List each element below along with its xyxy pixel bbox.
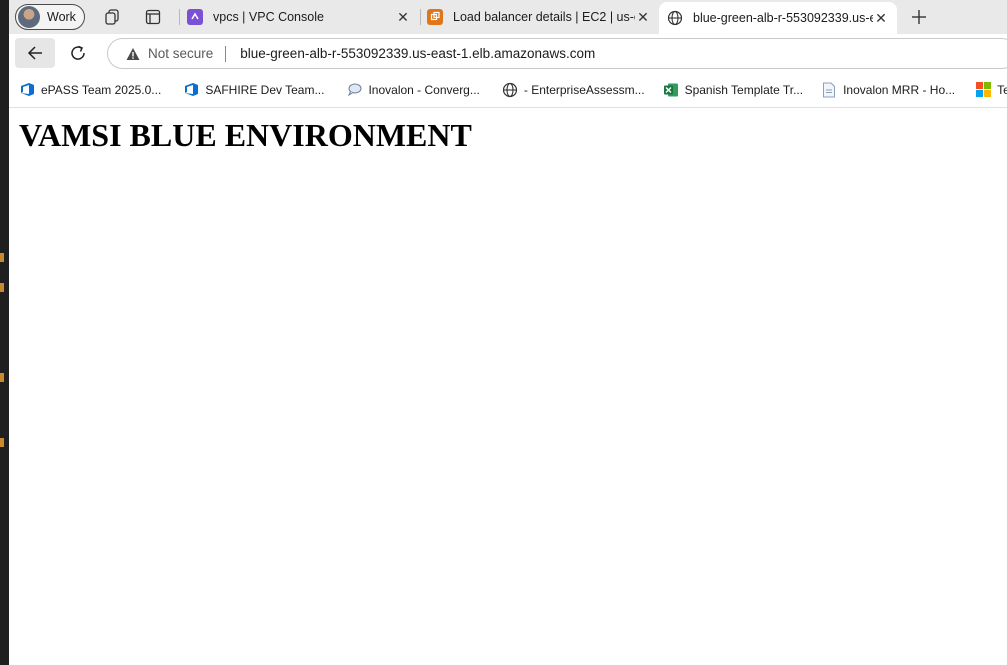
- tab-title: blue-green-alb-r-553092339.us-e: [693, 11, 873, 25]
- tab-strip: Work vpcs | VPC Console ✕ Load balancer …: [9, 0, 1007, 34]
- tab-blue-green-alb[interactable]: blue-green-alb-r-553092339.us-e ✕: [659, 2, 897, 34]
- back-button[interactable]: [15, 38, 55, 68]
- bookmarks-bar: ePASS Team 2025.0... SAFHIRE Dev Team...…: [9, 72, 1007, 108]
- back-arrow-icon: [27, 46, 42, 60]
- url-text[interactable]: blue-green-alb-r-553092339.us-east-1.elb…: [240, 46, 595, 61]
- azure-devops-icon: [19, 82, 35, 98]
- desktop-left-edge: [0, 0, 9, 665]
- close-icon[interactable]: ✕: [873, 10, 889, 26]
- profile-label: Work: [47, 10, 76, 24]
- browser-window: Work vpcs | VPC Console ✕ Load balancer …: [9, 0, 1007, 665]
- bookmark-label: Inovalon MRR - Ho...: [843, 82, 956, 97]
- tab-title: vpcs | VPC Console: [213, 10, 324, 24]
- edge-mark: [0, 253, 4, 262]
- bookmark-epass-team[interactable]: ePASS Team 2025.0...: [13, 78, 167, 102]
- microsoft-icon: [975, 82, 991, 98]
- page-content: VAMSI BLUE ENVIRONMENT: [9, 109, 1007, 665]
- bookmark-inovalon-mrr[interactable]: Inovalon MRR - Ho...: [815, 78, 961, 102]
- bookmark-label: - EnterpriseAssessm...: [523, 82, 645, 97]
- browser-toolbar: Not secure blue-green-alb-r-553092339.us…: [9, 34, 1007, 72]
- edge-mark: [0, 373, 4, 382]
- bookmark-enterprise-assessment[interactable]: - EnterpriseAssessm...: [496, 78, 651, 102]
- bookmark-test-net[interactable]: Test-Net: [969, 78, 1007, 102]
- bookmark-label: Spanish Template Tr...: [684, 82, 804, 97]
- vpc-icon: [187, 9, 203, 25]
- warning-icon[interactable]: [126, 47, 140, 61]
- bookmark-label: Test-Net: [997, 82, 1007, 97]
- edge-mark: [0, 283, 4, 292]
- workspaces-icon[interactable]: [102, 7, 122, 27]
- reload-button[interactable]: [65, 40, 91, 66]
- tab-title: Load balancer details | EC2 | us-ea: [453, 10, 635, 24]
- bookmark-label: ePASS Team 2025.0...: [41, 82, 162, 97]
- bookmark-label: Inovalon - Converg...: [368, 82, 480, 97]
- bookmark-spanish-template[interactable]: Spanish Template Tr...: [657, 78, 810, 102]
- address-bar[interactable]: Not secure blue-green-alb-r-553092339.us…: [107, 38, 1007, 69]
- new-tab-icon[interactable]: [909, 7, 929, 27]
- tab-load-balancer-details[interactable]: Load balancer details | EC2 | us-ea ✕: [419, 0, 659, 34]
- page-heading: VAMSI BLUE ENVIRONMENT: [19, 117, 472, 153]
- tab-actions-icon[interactable]: [143, 7, 163, 27]
- bookmark-inovalon-converge[interactable]: Inovalon - Converg...: [340, 78, 485, 102]
- reload-icon: [71, 45, 85, 60]
- globe-icon: [502, 82, 518, 98]
- close-icon[interactable]: ✕: [395, 9, 411, 25]
- chat-bubble-icon: [346, 82, 362, 98]
- avatar: [18, 6, 40, 28]
- profile-button[interactable]: Work: [15, 4, 85, 30]
- bookmark-safhire-dev-team[interactable]: SAFHIRE Dev Team...: [177, 78, 330, 102]
- azure-devops-icon: [183, 82, 199, 98]
- globe-icon: [667, 10, 683, 26]
- document-icon: [821, 82, 837, 98]
- edge-mark: [0, 438, 4, 447]
- excel-icon: [663, 82, 679, 98]
- bookmark-label: SAFHIRE Dev Team...: [205, 82, 325, 97]
- close-icon[interactable]: ✕: [635, 9, 651, 25]
- tab-vpc-console[interactable]: vpcs | VPC Console ✕: [179, 0, 419, 34]
- divider: [225, 45, 227, 62]
- ec2-icon: [427, 9, 443, 25]
- security-status-label[interactable]: Not secure: [148, 46, 213, 61]
